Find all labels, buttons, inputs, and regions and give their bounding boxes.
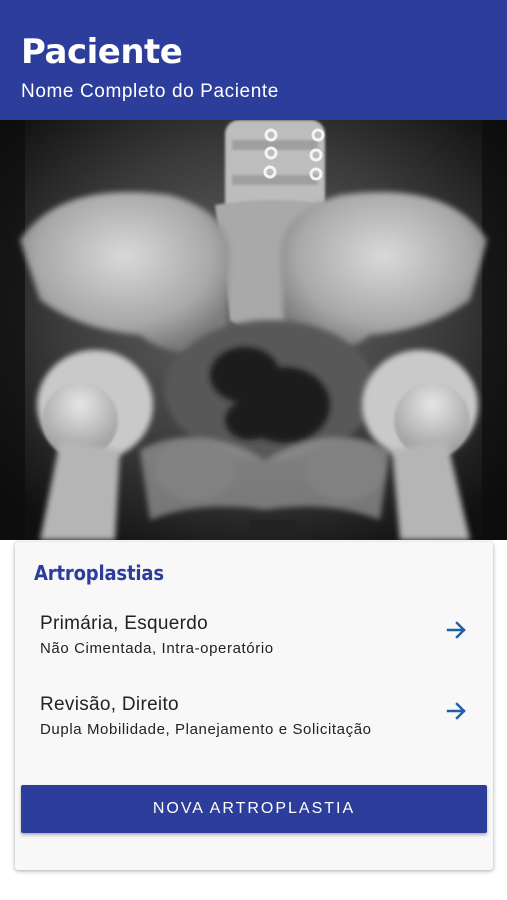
arthroplasty-card: Artroplastias Primária, Esquerdo Não Cim… bbox=[15, 542, 493, 870]
app-header: Paciente Nome Completo do Paciente bbox=[0, 0, 507, 120]
new-arthroplasty-button[interactable]: NOVA ARTROPLASTIA bbox=[21, 785, 487, 833]
arrow-right-icon[interactable] bbox=[445, 699, 469, 723]
arthroplasty-item-title: Revisão, Direito bbox=[40, 694, 179, 715]
app-screen: Paciente Nome Completo do Paciente Artro… bbox=[0, 0, 507, 900]
arrow-right-icon[interactable] bbox=[445, 618, 469, 642]
page-title: Paciente bbox=[21, 32, 183, 72]
arthroplasty-item-subtitle: Não Cimentada, Intra-operatório bbox=[40, 640, 274, 657]
arthroplasty-item[interactable]: Revisão, Direito Dupla Mobilidade, Plane… bbox=[15, 693, 493, 751]
pelvis-xray-image bbox=[0, 120, 507, 540]
arthroplasty-item[interactable]: Primária, Esquerdo Não Cimentada, Intra-… bbox=[15, 612, 493, 670]
arthroplasty-item-subtitle: Dupla Mobilidade, Planejamento e Solicit… bbox=[40, 721, 372, 738]
section-title: Artroplastias bbox=[34, 561, 164, 585]
arthroplasty-item-title: Primária, Esquerdo bbox=[40, 613, 209, 634]
patient-name: Nome Completo do Paciente bbox=[21, 81, 279, 102]
